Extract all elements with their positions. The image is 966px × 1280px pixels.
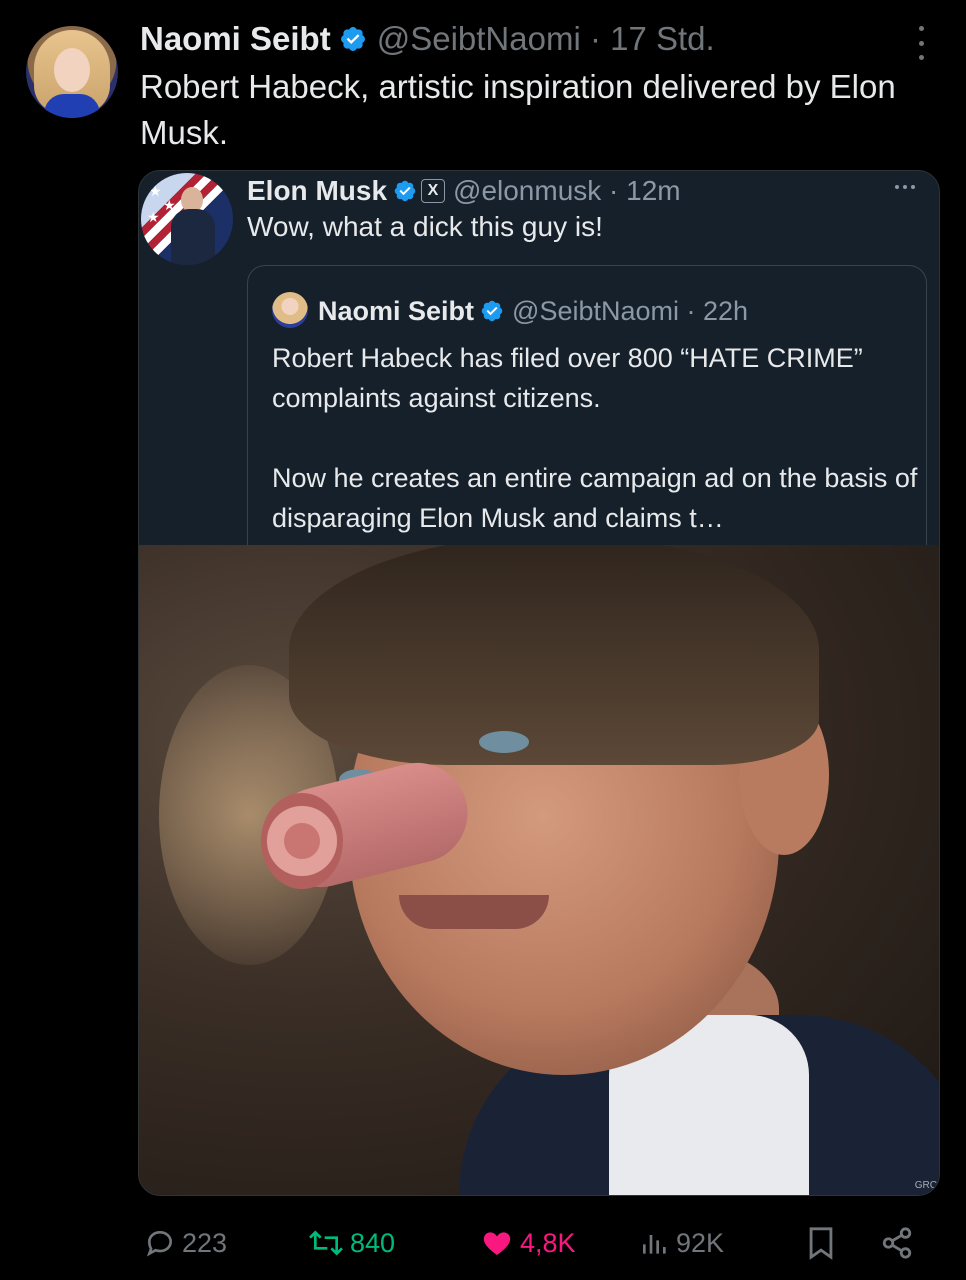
- more-options-icon[interactable]: [914, 26, 928, 60]
- avatar-face: [54, 48, 90, 92]
- media-image[interactable]: GRC: [139, 545, 939, 1195]
- image-nose-tip: [261, 793, 343, 889]
- views-button[interactable]: 92K: [640, 1218, 724, 1268]
- inner-header: Naomi Seibt @SeibtNaomi · 22h: [318, 292, 748, 330]
- views-icon: [643, 1235, 666, 1254]
- views-count: 92K: [676, 1227, 725, 1258]
- verified-badge-icon: [340, 27, 365, 51]
- bookmark-button[interactable]: [806, 1218, 836, 1268]
- verified-badge-icon: [481, 300, 503, 322]
- inner-author-avatar[interactable]: [272, 292, 308, 328]
- x-affiliation-icon: X: [421, 179, 446, 203]
- inner-text: Robert Habeck has filed over 800 “HATE C…: [272, 338, 922, 538]
- like-count: 4,8K: [520, 1227, 576, 1258]
- repost-button[interactable]: 840: [308, 1218, 395, 1268]
- inner-paragraph-2: Now he creates an entire campaign ad on …: [272, 463, 918, 533]
- tweet-text: Robert Habeck, artistic inspiration deli…: [140, 68, 896, 151]
- quoted-author-avatar[interactable]: ★ ★ ★: [141, 173, 233, 265]
- quoted-author-name[interactable]: Elon Musk: [247, 175, 387, 207]
- inner-author-handle[interactable]: @SeibtNaomi · 22h: [512, 296, 748, 327]
- verified-badge-icon: [394, 180, 416, 202]
- image-watermark: GRC: [914, 1180, 937, 1191]
- share-button[interactable]: [880, 1218, 914, 1268]
- repost-icon: [309, 1230, 343, 1256]
- avatar-dress: [44, 94, 100, 118]
- share-icon: [882, 1227, 912, 1259]
- quoted-more-options-icon[interactable]: [895, 185, 915, 189]
- author-avatar[interactable]: [26, 26, 118, 118]
- reply-button[interactable]: 223: [144, 1218, 227, 1268]
- quoted-text: Wow, what a dick this guy is!: [247, 211, 603, 242]
- heart-icon: [483, 1232, 511, 1255]
- image-eye: [479, 731, 529, 753]
- author-name[interactable]: Naomi Seibt: [140, 20, 331, 58]
- inner-quoted-tweet[interactable]: Naomi Seibt @SeibtNaomi · 22h Robert Hab…: [247, 265, 927, 555]
- reply-count: 223: [182, 1227, 228, 1258]
- quoted-tweet[interactable]: ★ ★ ★ Elon Musk X @elonmusk · 12m Wow, w…: [138, 170, 940, 1196]
- like-button[interactable]: 4,8K: [480, 1218, 576, 1268]
- avatar-body: [171, 209, 215, 265]
- inner-paragraph-1: Robert Habeck has filed over 800 “HATE C…: [272, 343, 863, 413]
- quoted-header: Elon Musk X @elonmusk · 12m: [247, 173, 681, 209]
- bookmark-icon: [809, 1227, 833, 1260]
- image-mouth: [399, 895, 549, 929]
- action-bar: 223 840 4,8K 92K: [0, 1218, 966, 1268]
- tweet[interactable]: Naomi Seibt @SeibtNaomi · 17 Std. Robert…: [0, 0, 966, 1280]
- author-handle[interactable]: @SeibtNaomi · 17 Std.: [377, 20, 715, 58]
- inner-author-name[interactable]: Naomi Seibt: [318, 296, 474, 327]
- tweet-header: Naomi Seibt @SeibtNaomi · 17 Std.: [140, 18, 715, 60]
- quoted-author-handle[interactable]: @elonmusk · 12m: [453, 175, 681, 207]
- image-hair: [289, 545, 819, 765]
- repost-count: 840: [350, 1227, 396, 1258]
- reply-icon: [146, 1230, 173, 1257]
